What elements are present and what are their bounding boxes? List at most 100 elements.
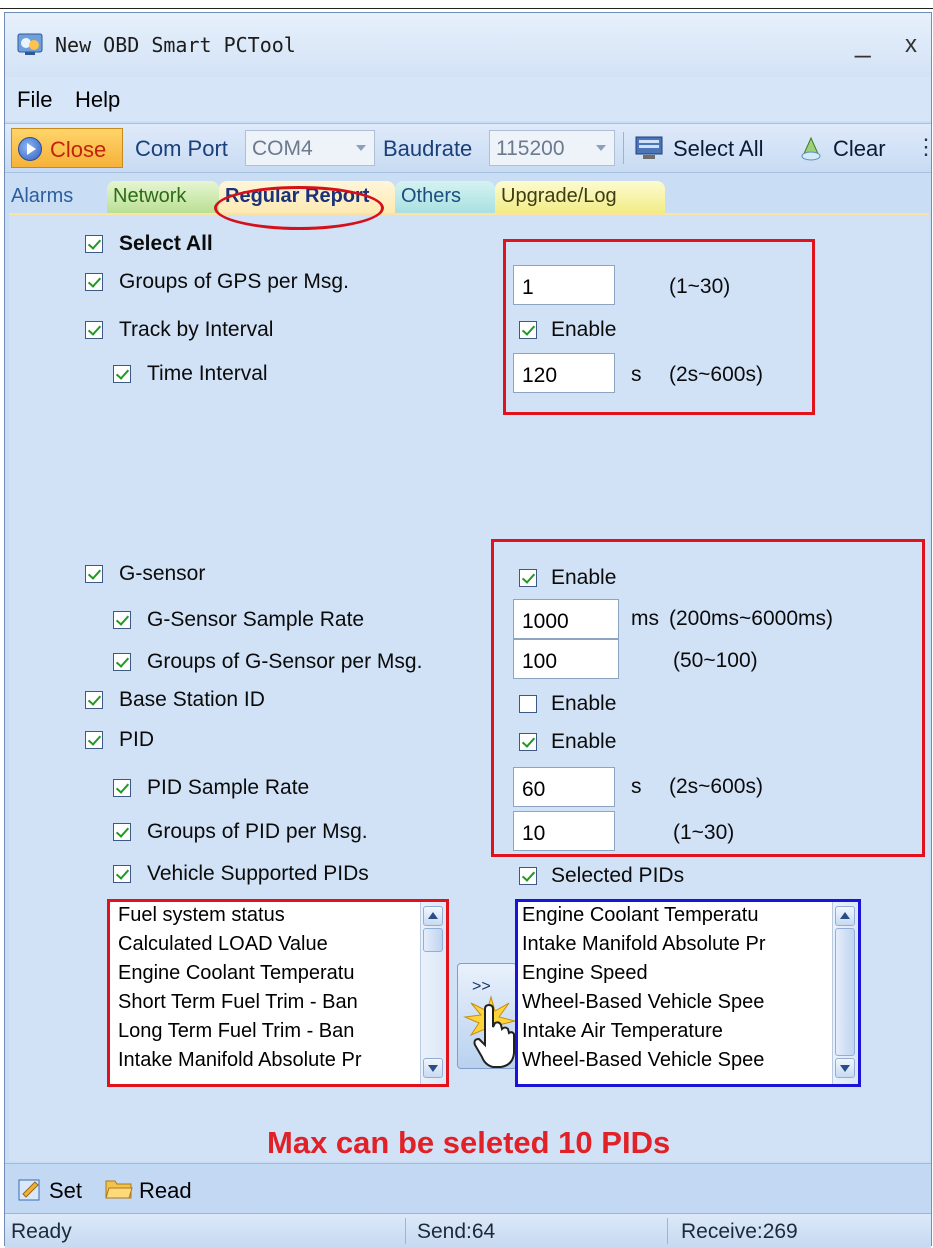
list-item[interactable]: Long Term Fuel Trim - Ban (118, 1020, 354, 1043)
g-groups-input[interactable]: 100 (513, 639, 619, 679)
tab-upgrade-log[interactable]: Upgrade/Log (495, 181, 665, 213)
scroll-up-icon[interactable] (835, 906, 855, 926)
base-station-enable-label: Enable (551, 692, 617, 715)
tab-alarms[interactable]: Alarms (5, 181, 105, 213)
list-item[interactable]: Intake Air Temperature (522, 1020, 723, 1043)
menu-bar: File Help (5, 77, 931, 121)
g-sensor-enable-checkbox[interactable] (519, 569, 537, 587)
scroll-up-icon[interactable] (423, 906, 443, 926)
selected-pids-list[interactable]: Engine Coolant Temperatu Intake Manifold… (518, 902, 858, 1084)
list-item[interactable]: Engine Coolant Temperatu (118, 962, 354, 985)
select-all-checkbox[interactable] (85, 235, 103, 253)
pid-sample-rate-range: (2s~600s) (669, 775, 763, 798)
pid-enable-label: Enable (551, 730, 617, 753)
close-label: Close (50, 137, 107, 162)
clear-button[interactable]: Clear (833, 136, 886, 162)
g-sensor-label: G-sensor (119, 562, 206, 585)
vehicle-pids-label: Vehicle Supported PIDs (147, 862, 369, 885)
time-interval-value: 120 (522, 364, 558, 387)
pid-groups-checkbox[interactable] (113, 823, 131, 841)
pid-sample-rate-checkbox[interactable] (113, 779, 131, 797)
pid-groups-input[interactable]: 10 (513, 811, 615, 851)
toolbar-separator (623, 132, 624, 164)
g-groups-range: (50~100) (673, 649, 758, 672)
set-button[interactable]: Set (49, 1178, 82, 1204)
baudrate-label: Baudrate (383, 136, 473, 161)
window-close-button[interactable]: x (905, 31, 917, 59)
tab-network[interactable]: Network (107, 181, 219, 213)
vehicle-pids-checkbox[interactable] (113, 865, 131, 883)
track-enable-checkbox[interactable] (519, 321, 537, 339)
menu-file[interactable]: File (17, 87, 52, 113)
g-groups-checkbox[interactable] (113, 653, 131, 671)
set-icon (18, 1179, 40, 1201)
baudrate-value: 115200 (496, 137, 565, 160)
g-sample-rate-input[interactable]: 1000 (513, 599, 619, 639)
com-port-value: COM4 (252, 137, 313, 160)
g-groups-value: 100 (522, 650, 558, 673)
list-item[interactable]: Engine Coolant Temperatu (522, 904, 758, 927)
tab-others[interactable]: Others (395, 181, 495, 213)
supported-pids-list[interactable]: Fuel system status Calculated LOAD Value… (110, 902, 446, 1084)
scroll-down-icon[interactable] (423, 1058, 443, 1078)
g-sensor-checkbox[interactable] (85, 565, 103, 583)
base-station-label: Base Station ID (119, 688, 265, 711)
close-connection-button[interactable]: Close (11, 128, 123, 168)
pid-sample-rate-input[interactable]: 60 (513, 767, 615, 807)
pid-checkbox[interactable] (85, 731, 103, 749)
app-window: New OBD Smart PCTool _ x File Help Close… (4, 12, 933, 1248)
track-interval-label: Track by Interval (119, 318, 274, 341)
time-interval-input[interactable]: 120 (513, 353, 615, 393)
pid-groups-value: 10 (522, 822, 546, 845)
time-interval-checkbox[interactable] (113, 365, 131, 383)
time-interval-unit: s (631, 363, 642, 386)
clear-icon (801, 136, 821, 161)
pid-enable-checkbox[interactable] (519, 733, 537, 751)
list-item[interactable]: Calculated LOAD Value (118, 933, 328, 956)
toolbar-overflow-icon[interactable]: ⋮ (915, 134, 933, 160)
list-item[interactable]: Short Term Fuel Trim - Ban (118, 991, 358, 1014)
minimize-button[interactable]: _ (855, 27, 871, 59)
list-item[interactable]: Wheel-Based Vehicle Spee (522, 1049, 764, 1072)
list-item[interactable]: Fuel system status (118, 904, 285, 927)
track-interval-checkbox[interactable] (85, 321, 103, 339)
selected-pids-scrollbar[interactable] (832, 902, 858, 1084)
status-text: Ready (11, 1220, 72, 1243)
baudrate-select[interactable]: 115200 (489, 130, 615, 166)
status-separator (405, 1218, 406, 1244)
list-item[interactable]: Intake Manifold Absolute Pr (118, 1049, 361, 1072)
gps-groups-checkbox[interactable] (85, 273, 103, 291)
base-station-enable-checkbox[interactable] (519, 695, 537, 713)
g-sample-rate-value: 1000 (522, 610, 569, 633)
pid-groups-label: Groups of PID per Msg. (147, 820, 368, 843)
scroll-down-icon[interactable] (835, 1058, 855, 1078)
gps-groups-input[interactable]: 1 (513, 265, 615, 305)
receive-count: Receive:269 (681, 1220, 798, 1243)
read-folder-icon (105, 1180, 133, 1199)
com-port-label: Com Port (135, 136, 228, 161)
tab-regular-report[interactable]: Regular Report (219, 181, 395, 213)
list-item[interactable]: Wheel-Based Vehicle Spee (522, 991, 764, 1014)
scroll-thumb[interactable] (835, 928, 855, 1056)
list-item[interactable]: Engine Speed (522, 962, 648, 985)
time-interval-range: (2s~600s) (669, 363, 763, 386)
menu-help[interactable]: Help (75, 87, 120, 113)
send-count: Send:64 (417, 1220, 496, 1243)
gps-groups-value: 1 (522, 276, 534, 299)
gps-groups-label: Groups of GPS per Msg. (119, 270, 349, 293)
g-sample-rate-range: (200ms~6000ms) (669, 607, 833, 630)
g-groups-label: Groups of G-Sensor per Msg. (147, 650, 423, 673)
g-sample-rate-checkbox[interactable] (113, 611, 131, 629)
read-button[interactable]: Read (139, 1178, 192, 1204)
pid-sample-rate-value: 60 (522, 778, 546, 801)
base-station-checkbox[interactable] (85, 691, 103, 709)
pid-groups-range: (1~30) (673, 821, 735, 844)
pid-label: PID (119, 728, 155, 751)
supported-pids-scrollbar[interactable] (420, 902, 446, 1084)
selected-pids-checkbox[interactable] (519, 867, 537, 885)
scroll-thumb[interactable] (423, 928, 443, 952)
com-port-select[interactable]: COM4 (245, 130, 375, 166)
select-all-button[interactable]: Select All (673, 136, 764, 162)
chevron-down-icon (356, 145, 366, 151)
list-item[interactable]: Intake Manifold Absolute Pr (522, 933, 765, 956)
